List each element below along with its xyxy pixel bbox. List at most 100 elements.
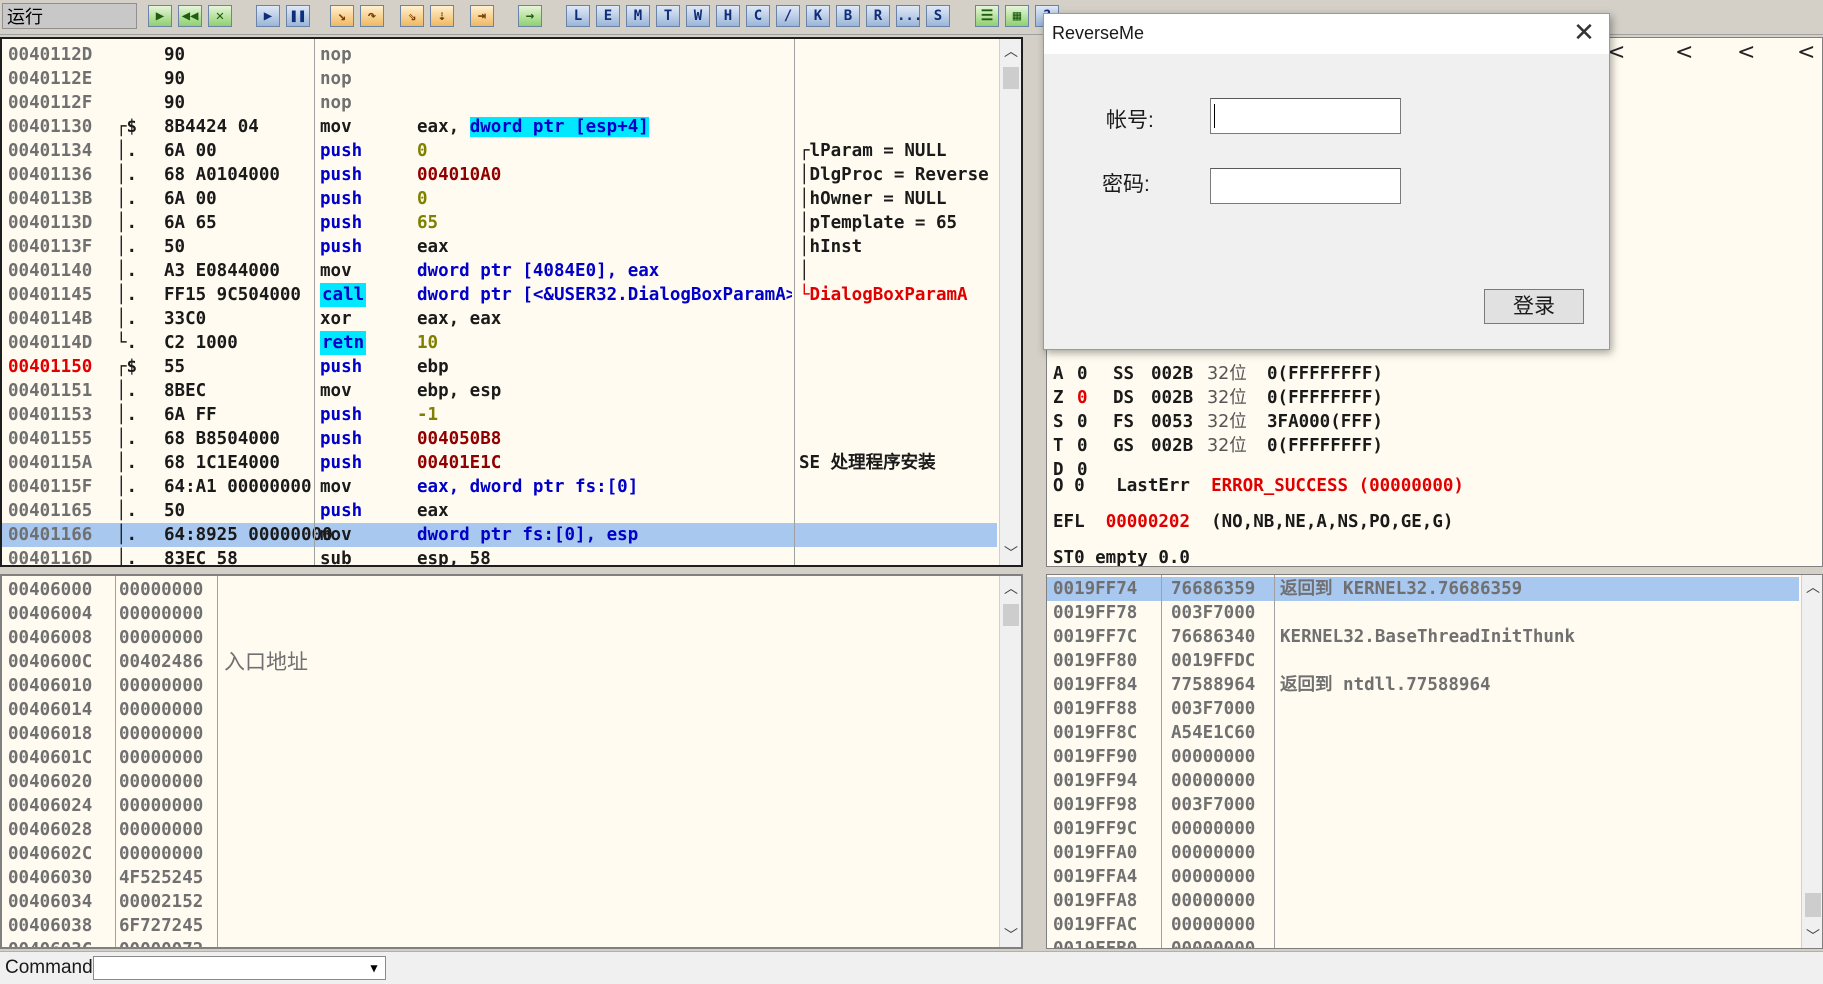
window-button-2[interactable]: M bbox=[626, 5, 650, 27]
execute-till-return-icon[interactable]: ⇥ bbox=[470, 5, 494, 27]
restart-icon[interactable]: ◀◀ bbox=[178, 5, 202, 27]
stack-address[interactable]: 0019FF7C bbox=[1053, 625, 1137, 649]
dump-value[interactable]: 00000000 bbox=[119, 674, 203, 698]
disasm-row[interactable]: 00401145 │. FF15 9C504000 call dword ptr [<&… bbox=[2, 283, 997, 307]
step-over-icon[interactable]: ↷ bbox=[360, 5, 384, 27]
dump-value[interactable]: 00000000 bbox=[119, 770, 203, 794]
dump-row[interactable]: 00406004 00000000 bbox=[2, 602, 997, 626]
stack-address[interactable]: 0019FFAC bbox=[1053, 913, 1137, 937]
disasm-row[interactable]: 0040113B │. 6A 00 push 0 │hOwner = NULL bbox=[2, 187, 997, 211]
dump-row[interactable]: 0040602C 00000000 bbox=[2, 842, 997, 866]
scroll-down-icon[interactable]: ﹀ bbox=[1000, 543, 1021, 563]
stack-value[interactable]: 003F7000 bbox=[1171, 793, 1255, 817]
step-into-icon[interactable]: ↘ bbox=[330, 5, 354, 27]
dump-row[interactable]: 00406014 00000000 bbox=[2, 698, 997, 722]
stack-address[interactable]: 0019FF78 bbox=[1053, 601, 1137, 625]
stack-value[interactable]: 00000000 bbox=[1171, 913, 1255, 937]
dump-address[interactable]: 00406000 bbox=[8, 578, 92, 602]
stack-row[interactable]: 0019FFAC 00000000 bbox=[1047, 913, 1799, 937]
disasm-row[interactable]: 00401150 ┌$ 55 push ebp bbox=[2, 355, 997, 379]
dump-value[interactable]: 00000000 bbox=[119, 578, 203, 602]
dump-address[interactable]: 0040603C bbox=[8, 938, 92, 947]
stack-pane[interactable]: 0019FF74 76686359 返回到 KERNEL32.76686359 001… bbox=[1046, 574, 1823, 949]
stack-row[interactable]: 0019FF90 00000000 bbox=[1047, 745, 1799, 769]
segment-selector[interactable]: 002B bbox=[1151, 362, 1193, 386]
dump-address[interactable]: 00406014 bbox=[8, 698, 92, 722]
disasm-row[interactable]: 00401165 │. 50 push eax bbox=[2, 499, 997, 523]
window-button-7[interactable]: / bbox=[776, 5, 800, 27]
stack-value[interactable]: A54E1C60 bbox=[1171, 721, 1255, 745]
stack-row[interactable]: 0019FF78 003F7000 bbox=[1047, 601, 1799, 625]
stack-row[interactable]: 0019FF9C 00000000 bbox=[1047, 817, 1799, 841]
stack-row[interactable]: 0019FFA4 00000000 bbox=[1047, 865, 1799, 889]
disasm-row[interactable]: 00401151 │. 8BEC mov ebp, esp bbox=[2, 379, 997, 403]
stack-value[interactable]: 76686359 bbox=[1171, 577, 1255, 601]
disasm-row[interactable]: 0040114D └. C2 1000 retn 10 bbox=[2, 331, 997, 355]
dump-value[interactable]: 00000000 bbox=[119, 722, 203, 746]
stack-value[interactable]: 00000000 bbox=[1171, 745, 1255, 769]
disasm-address[interactable]: 0040112D bbox=[8, 43, 92, 67]
dump-value[interactable]: 4F525245 bbox=[119, 866, 203, 890]
disasm-row[interactable]: 00401153 │. 6A FF push -1 bbox=[2, 403, 997, 427]
dump-address[interactable]: 00406004 bbox=[8, 602, 92, 626]
disasm-address[interactable]: 00401155 bbox=[8, 427, 92, 451]
disassembly-scrollbar[interactable]: ︿ ﹀ bbox=[999, 39, 1021, 565]
stack-value[interactable]: 00000000 bbox=[1171, 889, 1255, 913]
disasm-address[interactable]: 0040115A bbox=[8, 451, 92, 475]
dump-address[interactable]: 00406018 bbox=[8, 722, 92, 746]
flag-bit[interactable]: 0 bbox=[1077, 434, 1088, 458]
stack-row[interactable]: 0019FF94 00000000 bbox=[1047, 769, 1799, 793]
dump-address[interactable]: 00406038 bbox=[8, 914, 92, 938]
disasm-row[interactable]: 00401130 ┌$ 8B4424 04 mov eax, dword ptr [es… bbox=[2, 115, 997, 139]
disasm-address[interactable]: 0040114D bbox=[8, 331, 92, 355]
dump-address[interactable]: 00406024 bbox=[8, 794, 92, 818]
dump-address[interactable]: 00406030 bbox=[8, 866, 92, 890]
dump-address[interactable]: 00406010 bbox=[8, 674, 92, 698]
dump-row[interactable]: 0040603C 00000072 bbox=[2, 938, 997, 947]
disasm-row[interactable]: 00401136 │. 68 A0104000 push 004010A0 │DlgPro… bbox=[2, 163, 997, 187]
disasm-row[interactable]: 0040116D │. 83EC 58 sub esp, 58 bbox=[2, 547, 997, 565]
disasm-address[interactable]: 00401136 bbox=[8, 163, 92, 187]
login-button[interactable]: 登录 bbox=[1484, 289, 1584, 324]
stack-row[interactable]: 0019FF88 003F7000 bbox=[1047, 697, 1799, 721]
run-icon[interactable]: ▶ bbox=[256, 5, 280, 27]
dump-row[interactable]: 00406024 00000000 bbox=[2, 794, 997, 818]
dump-row[interactable]: 00406000 00000000 bbox=[2, 578, 997, 602]
stack-value[interactable]: 00000000 bbox=[1171, 817, 1255, 841]
stack-address[interactable]: 0019FF98 bbox=[1053, 793, 1137, 817]
window-button-3[interactable]: T bbox=[656, 5, 680, 27]
list-icon[interactable]: ☰ bbox=[975, 5, 999, 27]
stack-address[interactable]: 0019FFB0 bbox=[1053, 937, 1137, 948]
dump-scrollbar[interactable]: ︿ ﹀ bbox=[999, 576, 1021, 947]
close-program-icon[interactable]: ✕ bbox=[208, 5, 232, 27]
dump-row[interactable]: 00406034 00002152 bbox=[2, 890, 997, 914]
pause-icon[interactable]: ❚❚ bbox=[286, 5, 310, 27]
dialog-titlebar[interactable]: ReverseMe ✕ bbox=[1044, 14, 1609, 54]
segment-selector[interactable]: 002B bbox=[1151, 386, 1193, 410]
trace-into-icon[interactable]: ⇘ bbox=[400, 5, 424, 27]
dump-row[interactable]: 00406030 4F525245 bbox=[2, 866, 997, 890]
dump-row[interactable]: 00406010 00000000 bbox=[2, 674, 997, 698]
scroll-up-icon[interactable]: ︿ bbox=[1802, 577, 1822, 597]
window-button-5[interactable]: H bbox=[716, 5, 740, 27]
window-button-0[interactable]: L bbox=[566, 5, 590, 27]
disasm-row[interactable]: 00401155 │. 68 B8504000 push 004050B8 bbox=[2, 427, 997, 451]
disasm-address[interactable]: 00401166 bbox=[8, 523, 92, 547]
dump-value[interactable]: 00000072 bbox=[119, 938, 203, 947]
scroll-up-icon[interactable]: ︿ bbox=[1000, 41, 1021, 61]
disasm-address[interactable]: 00401140 bbox=[8, 259, 92, 283]
stack-address[interactable]: 0019FFA0 bbox=[1053, 841, 1137, 865]
segment-selector[interactable]: 0053 bbox=[1151, 410, 1193, 434]
dump-value[interactable]: 00000000 bbox=[119, 794, 203, 818]
window-button-8[interactable]: K bbox=[806, 5, 830, 27]
stack-row[interactable]: 0019FF80 0019FFDC bbox=[1047, 649, 1799, 673]
dump-value[interactable]: 00000000 bbox=[119, 818, 203, 842]
disasm-address[interactable]: 00401145 bbox=[8, 283, 92, 307]
disasm-address[interactable]: 0040114B bbox=[8, 307, 92, 331]
scroll-thumb[interactable] bbox=[1003, 604, 1019, 626]
dump-value[interactable]: 00000000 bbox=[119, 698, 203, 722]
stack-address[interactable]: 0019FF84 bbox=[1053, 673, 1137, 697]
scroll-down-icon[interactable]: ﹀ bbox=[1000, 925, 1021, 945]
open-file-icon[interactable]: ▶ bbox=[148, 5, 172, 27]
window-button-11[interactable]: ... bbox=[896, 5, 922, 27]
